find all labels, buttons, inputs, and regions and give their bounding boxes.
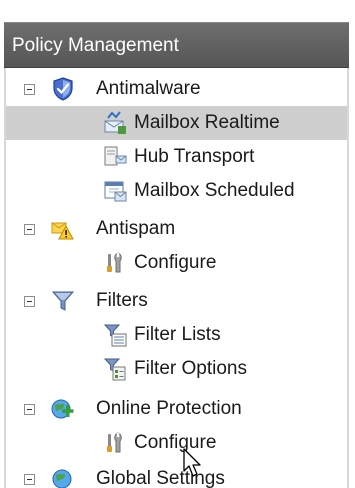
tree-item-label: Filter Options: [134, 358, 247, 379]
policy-tree: Antimalware Mailbox Realtime Hub Transpo…: [4, 68, 349, 488]
tree-node-label: Antispam: [96, 218, 176, 239]
tree-item-label: Hub Transport: [134, 146, 255, 167]
tree-item-mailbox-realtime[interactable]: Mailbox Realtime: [6, 106, 347, 140]
panel-title: Policy Management: [4, 22, 349, 68]
calendar-icon: [104, 181, 127, 202]
tree-node-antimalware[interactable]: Antimalware: [6, 72, 347, 106]
tree-node-label: Filters: [96, 290, 148, 311]
tree-item-online-configure[interactable]: Configure: [6, 426, 347, 460]
policy-management-panel: Policy Management Antimalware Mailbox Re…: [0, 0, 355, 488]
funnel-icon: [51, 291, 75, 311]
collapse-toggle-icon[interactable]: [24, 474, 35, 485]
tree-item-label: Configure: [134, 432, 217, 453]
antispam-warning-icon: [51, 222, 74, 240]
mailbox-realtime-icon: [104, 111, 126, 134]
tree-item-label: Filter Lists: [134, 324, 221, 345]
collapse-toggle-icon[interactable]: [24, 296, 35, 307]
tree-item-label: Mailbox Realtime: [134, 112, 280, 133]
shield-icon: [53, 77, 73, 101]
filter-options-icon: [103, 358, 126, 381]
tree-node-global-settings[interactable]: Global Settings: [6, 462, 347, 488]
tree-item-label: Mailbox Scheduled: [134, 180, 295, 201]
globe-icon: [52, 469, 72, 488]
tree-item-label: Configure: [134, 252, 217, 273]
tree-node-antispam[interactable]: Antispam: [6, 212, 347, 246]
collapse-toggle-icon[interactable]: [24, 224, 35, 235]
collapse-toggle-icon[interactable]: [24, 84, 35, 95]
wrench-icon: [107, 432, 122, 453]
hub-transport-icon: [104, 146, 127, 166]
tree-item-filter-lists[interactable]: Filter Lists: [6, 318, 347, 352]
tree-item-mailbox-scheduled[interactable]: Mailbox Scheduled: [6, 174, 347, 208]
wrench-icon: [107, 252, 122, 273]
tree-node-filters[interactable]: Filters: [6, 284, 347, 318]
tree-node-label: Antimalware: [96, 78, 201, 99]
filter-lists-icon: [103, 324, 127, 347]
tree-item-hub-transport[interactable]: Hub Transport: [6, 140, 347, 174]
tree-item-filter-options[interactable]: Filter Options: [6, 352, 347, 386]
mouse-cursor-icon: [183, 448, 201, 477]
tree-node-online-protection[interactable]: Online Protection: [6, 392, 347, 426]
globe-plus-icon: [51, 399, 74, 419]
tree-node-label: Online Protection: [96, 398, 242, 419]
tree-node-label: Global Settings: [96, 468, 225, 488]
collapse-toggle-icon[interactable]: [24, 404, 35, 415]
tree-item-antispam-configure[interactable]: Configure: [6, 246, 347, 280]
